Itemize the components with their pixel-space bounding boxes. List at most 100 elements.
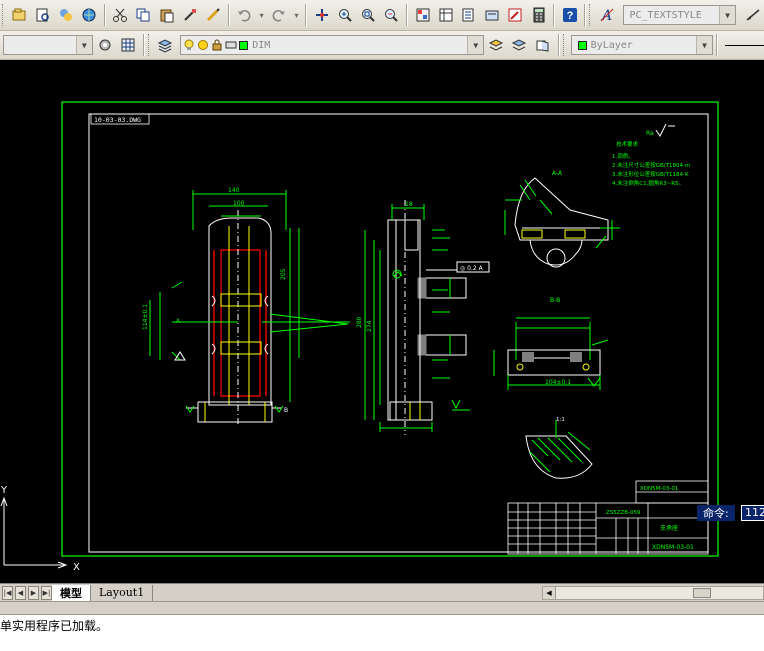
section-bb: B-B 104±0.1	[493, 297, 609, 390]
tech-note-2: 2.未注尺寸公差按GB/T1804-m	[612, 161, 690, 169]
scroll-left-icon[interactable]: ◀	[543, 587, 556, 599]
svg-text:X: X	[73, 562, 80, 573]
svg-text:B: B	[284, 407, 288, 414]
next-tab-icon[interactable]: ▶	[28, 585, 39, 600]
zoom-realtime-icon[interactable]	[335, 4, 356, 26]
separator	[716, 34, 719, 56]
tech-note-3: 3.未注形位公差按GB/T1184-K	[612, 170, 689, 178]
text-style-icon[interactable]: A	[596, 4, 617, 26]
sheet-set-icon[interactable]	[482, 4, 503, 26]
preview-icon[interactable]	[32, 4, 53, 26]
command-history-line: 单实用程序已加载。	[0, 619, 109, 633]
command-input[interactable]: 1127	[741, 505, 764, 521]
horizontal-scrollbar[interactable]: ◀	[542, 586, 764, 600]
svg-text:?: ?	[566, 10, 573, 22]
cut-icon[interactable]	[110, 4, 131, 26]
chevron-down-icon[interactable]: ▼	[75, 36, 92, 54]
separator	[557, 34, 560, 56]
cad-window: ▾ ▾ ? A PC_TEXTSTYLE ▼ ▼ DIM ▼ ByLayer ▼…	[0, 0, 764, 651]
paste-icon[interactable]	[156, 4, 177, 26]
svg-text:140: 140	[228, 187, 240, 194]
drawing-canvas[interactable]: 10-03-03.DWG Y X 140 100 205 114±0.1 A B…	[0, 60, 764, 583]
color-name: ByLayer	[590, 39, 633, 51]
frame-code: 10-03-03.DWG	[94, 116, 141, 124]
zoom-window-icon[interactable]	[358, 4, 379, 26]
globe-icon[interactable]	[78, 4, 99, 26]
svg-text:100: 100	[233, 200, 245, 207]
layers-toolbar: ▼ DIM ▼ ByLayer ▼	[0, 31, 764, 60]
first-tab-icon[interactable]: |◀	[2, 585, 13, 600]
svg-text:274: 274	[366, 320, 373, 332]
svg-text:280: 280	[356, 316, 363, 328]
tab-model[interactable]: 模型	[52, 584, 90, 601]
layer-states-icon[interactable]	[532, 34, 553, 56]
copy-icon[interactable]	[133, 4, 154, 26]
prev-tab-icon[interactable]: ◀	[15, 585, 26, 600]
text-style-value: PC_TEXTSTYLE	[629, 9, 702, 21]
command-window-splitter[interactable]	[0, 602, 764, 615]
workspace-combo[interactable]: ▼	[3, 35, 93, 55]
tab-layout1[interactable]: Layout1	[90, 584, 154, 601]
section-aa: A-A	[504, 170, 620, 268]
text-style-combo[interactable]: PC_TEXTSTYLE ▼	[622, 5, 736, 25]
scroll-thumb[interactable]	[693, 588, 711, 598]
chevron-down-icon[interactable]: ▼	[467, 36, 484, 54]
workspace-grid-icon[interactable]	[117, 34, 138, 56]
sun-icon[interactable]	[197, 39, 209, 51]
standard-toolbar: ▾ ▾ ? A PC_TEXTSTYLE ▼	[0, 0, 764, 31]
detail-section: 1:1	[525, 417, 593, 479]
open-icon[interactable]	[9, 4, 30, 26]
section-aa-label: A-A	[552, 170, 563, 177]
separator	[584, 4, 587, 26]
layer-manager-icon[interactable]	[155, 34, 176, 56]
ucs-icon: Y X	[0, 485, 80, 573]
toolbar-grip[interactable]	[562, 34, 566, 56]
undo-icon[interactable]	[234, 4, 255, 26]
side-view: 280 274 18 ◎ 0.2 A	[356, 200, 490, 435]
layer-combo[interactable]: DIM ▼	[180, 35, 485, 55]
undo-dropdown-icon[interactable]: ▾	[257, 4, 267, 26]
chevron-down-icon[interactable]: ▼	[718, 6, 735, 24]
command-window[interactable]: 单实用程序已加载。	[0, 601, 764, 651]
last-tab-icon[interactable]: ▶|	[41, 585, 52, 600]
toolbar-grip[interactable]	[2, 4, 5, 26]
plot-icon[interactable]	[225, 39, 237, 51]
color-combo[interactable]: ByLayer ▼	[570, 35, 714, 55]
tool-palettes-icon[interactable]	[458, 4, 479, 26]
block-editor-icon[interactable]	[202, 4, 223, 26]
workspace-settings-icon[interactable]	[94, 34, 115, 56]
section-bb-label: B-B	[550, 297, 560, 304]
lock-icon[interactable]	[211, 39, 223, 51]
svg-text:◎ 0.2 A: ◎ 0.2 A	[460, 265, 484, 272]
layer-color-swatch	[239, 40, 249, 50]
lightbulb-icon[interactable]	[183, 39, 195, 51]
help-icon[interactable]: ?	[559, 4, 580, 26]
cad-drawing-svg[interactable]: 10-03-03.DWG Y X 140 100 205 114±0.1 A B…	[0, 60, 764, 583]
inner-drawing-frame	[88, 113, 709, 553]
toolbar-grip[interactable]	[147, 34, 151, 56]
separator	[553, 4, 556, 26]
layer-previous-icon[interactable]	[509, 34, 530, 56]
command-prompt-label: 命令:	[697, 505, 735, 521]
chevron-down-icon[interactable]: ▼	[696, 36, 713, 54]
calculator-icon[interactable]	[528, 4, 549, 26]
pan-icon[interactable]	[311, 4, 332, 26]
redo-icon[interactable]	[268, 4, 289, 26]
zoom-previous-icon[interactable]	[381, 4, 402, 26]
toolbar-grip[interactable]	[589, 4, 592, 26]
make-layer-current-icon[interactable]	[485, 34, 506, 56]
publish-icon[interactable]	[55, 4, 76, 26]
match-properties-icon[interactable]	[179, 4, 200, 26]
front-view: 140 100 205 114±0.1 A B	[142, 187, 350, 425]
separator	[305, 4, 308, 26]
linetype-preview[interactable]	[725, 44, 764, 46]
dim-style-icon[interactable]	[742, 4, 763, 26]
separator	[406, 4, 409, 26]
markup-icon[interactable]	[505, 4, 526, 26]
redo-dropdown-icon[interactable]: ▾	[292, 4, 302, 26]
layer-name: DIM	[252, 39, 271, 51]
title-block-name: XDN5M-03-01	[652, 544, 694, 551]
svg-text:Y: Y	[0, 485, 8, 496]
design-center-icon[interactable]	[435, 4, 456, 26]
properties-icon[interactable]	[412, 4, 433, 26]
